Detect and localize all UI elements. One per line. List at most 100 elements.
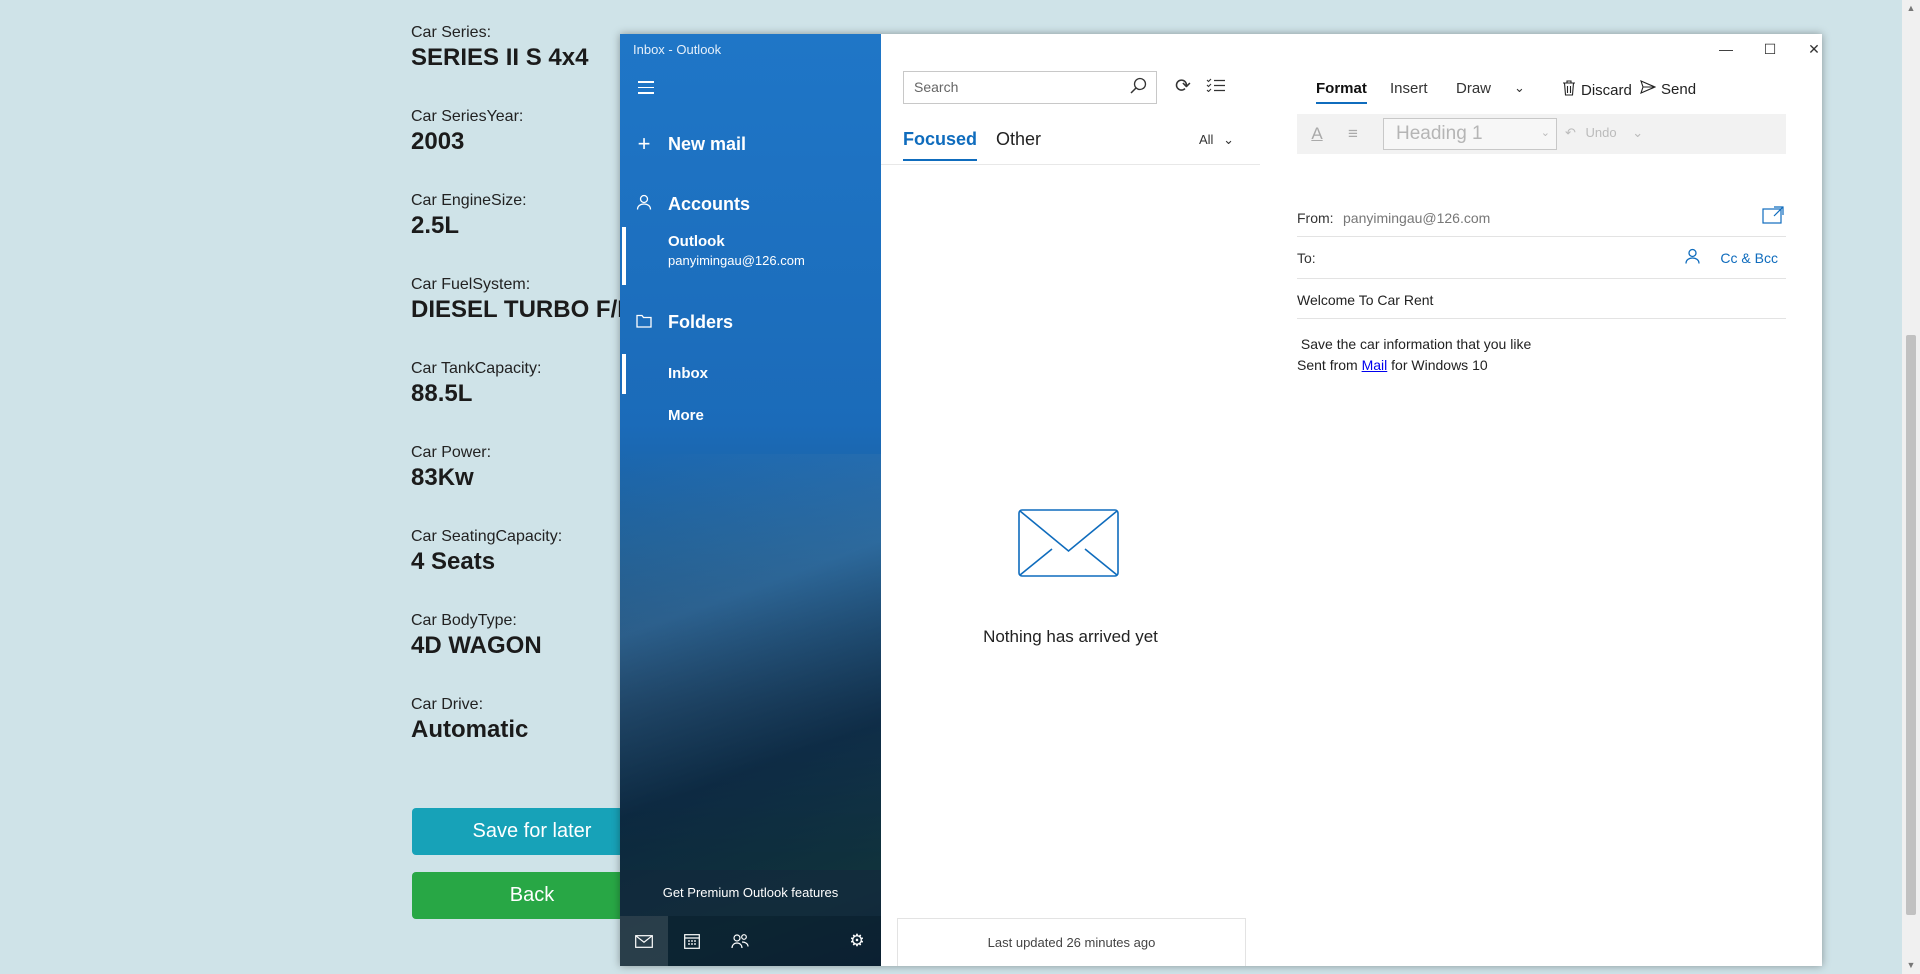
chevron-down-icon: ⌄ xyxy=(1540,127,1550,139)
undo-icon: ↶ xyxy=(1565,125,1576,140)
plus-icon: + xyxy=(637,131,651,156)
spec-value: 88.5L xyxy=(411,380,473,407)
chevron-down-icon: ⌄ xyxy=(1223,132,1234,147)
pop-out-icon[interactable] xyxy=(1762,206,1784,224)
new-mail-button[interactable]: + New mail xyxy=(620,124,881,164)
folder-label: Inbox xyxy=(668,365,708,382)
send-button[interactable]: Send xyxy=(1640,80,1696,99)
spec-value: SERIES II S 4x4 xyxy=(411,44,589,71)
filter-label: All xyxy=(1199,132,1214,147)
compose-pane: — ☐ ✕ Format Insert Draw ⌄ Discard Send … xyxy=(1260,34,1822,966)
search-icon[interactable] xyxy=(1130,77,1147,99)
spec-value: 4 Seats xyxy=(411,548,496,575)
folder-label: More xyxy=(668,407,704,424)
search-input[interactable]: Search xyxy=(903,71,1157,104)
new-mail-label: New mail xyxy=(668,133,747,154)
selection-mode-icon[interactable] xyxy=(1203,74,1229,100)
body-line: Save the car information that you like xyxy=(1300,336,1532,352)
spec-label: Car Drive: xyxy=(411,696,484,713)
spec-value: 4D WAGON xyxy=(411,632,542,659)
spec-value: 2003 xyxy=(411,128,465,155)
send-icon xyxy=(1640,80,1657,99)
from-value: panyimingau@126.com xyxy=(1343,210,1491,226)
trash-icon xyxy=(1562,80,1576,101)
close-button[interactable]: ✕ xyxy=(1792,34,1822,64)
hamburger-menu-icon[interactable] xyxy=(638,81,654,94)
back-button[interactable]: Back xyxy=(412,872,652,919)
people-icon[interactable] xyxy=(716,916,764,966)
navigation-pane: Inbox - Outlook + New mail Accounts Outl… xyxy=(620,34,881,966)
divider xyxy=(881,164,1260,165)
tab-other[interactable]: Other xyxy=(996,129,1041,150)
spec-value: Automatic xyxy=(411,716,529,743)
spec-label: Car TankCapacity: xyxy=(411,360,542,377)
undo-label: Undo xyxy=(1585,125,1617,140)
premium-banner[interactable]: Get Premium Outlook features xyxy=(620,870,881,916)
accounts-button[interactable]: Accounts xyxy=(620,184,881,224)
font-color-icon[interactable]: A xyxy=(1301,118,1333,150)
search-placeholder: Search xyxy=(914,79,959,95)
maximize-button[interactable]: ☐ xyxy=(1748,34,1792,64)
folder-item-more[interactable]: More xyxy=(620,396,881,436)
spec-label: Car EngineSize: xyxy=(411,192,527,209)
account-item-outlook[interactable]: Outlook panyimingau@126.com xyxy=(620,227,881,285)
selection-indicator xyxy=(622,227,626,285)
folders-label: Folders xyxy=(668,311,734,332)
message-body[interactable]: Save the car information that you like S… xyxy=(1297,334,1531,376)
tab-focused[interactable]: Focused xyxy=(903,129,978,161)
paragraph-format-icon[interactable]: ≡ xyxy=(1337,118,1369,150)
spec-label: Car SeatingCapacity: xyxy=(411,528,563,545)
empty-state-message: Nothing has arrived yet xyxy=(983,627,1158,646)
folder-item-inbox[interactable]: Inbox xyxy=(620,354,881,394)
signature-line: Sent from Mail for Windows 10 xyxy=(1297,357,1488,373)
minimize-button[interactable]: — xyxy=(1704,34,1748,64)
person-icon xyxy=(633,194,655,215)
scrollbar-thumb[interactable] xyxy=(1906,335,1916,915)
save-for-later-button[interactable]: Save for later xyxy=(412,808,652,855)
chevron-down-icon: ⌄ xyxy=(1632,125,1644,140)
undo-button[interactable]: ↶ Undo ⌄ xyxy=(1565,125,1643,141)
spec-label: Car BodyType: xyxy=(411,612,517,629)
message-list-pane: Search ⟳ Focused Other All ⌄ Nothing has… xyxy=(881,34,1261,966)
spec-value: 2.5L xyxy=(411,212,460,239)
outlook-window: Inbox - Outlook + New mail Accounts Outl… xyxy=(620,34,1822,966)
spec-label: Car Series: xyxy=(411,24,492,41)
to-field[interactable]: To: Cc & Bcc xyxy=(1297,242,1786,279)
folder-icon xyxy=(633,312,655,333)
account-email: panyimingau@126.com xyxy=(668,253,805,268)
selection-indicator xyxy=(622,354,626,394)
calendar-icon[interactable] xyxy=(668,916,716,966)
heading-style-value: Heading 1 xyxy=(1396,123,1483,144)
settings-icon[interactable]: ⚙ xyxy=(833,916,881,966)
to-label: To: xyxy=(1297,250,1316,266)
empty-envelope-icon xyxy=(1018,509,1119,577)
scroll-down-icon[interactable]: ▼ xyxy=(1906,960,1916,970)
more-tabs-chevron-icon[interactable]: ⌄ xyxy=(1514,80,1525,96)
spec-value: 83Kw xyxy=(411,464,474,491)
mail-link[interactable]: Mail xyxy=(1362,357,1388,373)
app-switcher-bar: ⚙ xyxy=(620,916,881,966)
subject-text: Welcome To Car Rent xyxy=(1297,292,1434,308)
from-field[interactable]: From: panyimingau@126.com xyxy=(1297,202,1786,237)
page-scrollbar[interactable]: ▲ ▼ xyxy=(1902,0,1920,974)
cc-bcc-button[interactable]: Cc & Bcc xyxy=(1720,250,1778,266)
account-name: Outlook xyxy=(668,233,725,250)
format-toolbar: A ≡ Heading 1 ⌄ ↶ Undo ⌄ xyxy=(1297,114,1786,154)
sync-icon[interactable]: ⟳ xyxy=(1170,74,1196,100)
send-label: Send xyxy=(1661,81,1697,98)
tab-insert[interactable]: Insert xyxy=(1390,80,1428,97)
window-title: Inbox - Outlook xyxy=(633,42,722,57)
spec-label: Car Power: xyxy=(411,444,492,461)
discard-button[interactable]: Discard xyxy=(1562,80,1632,101)
filter-dropdown[interactable]: All ⌄ xyxy=(1199,132,1234,148)
spec-label: Car FuelSystem: xyxy=(411,276,531,293)
tab-format[interactable]: Format xyxy=(1316,80,1367,104)
accounts-label: Accounts xyxy=(668,193,751,214)
contact-picker-icon[interactable] xyxy=(1685,248,1700,269)
scroll-up-icon[interactable]: ▲ xyxy=(1906,3,1916,13)
folders-button[interactable]: Folders xyxy=(620,302,881,342)
heading-style-select[interactable]: Heading 1 ⌄ xyxy=(1383,118,1557,150)
subject-field[interactable]: Welcome To Car Rent xyxy=(1297,282,1786,319)
tab-draw[interactable]: Draw xyxy=(1456,80,1491,97)
mail-icon[interactable] xyxy=(620,916,668,966)
